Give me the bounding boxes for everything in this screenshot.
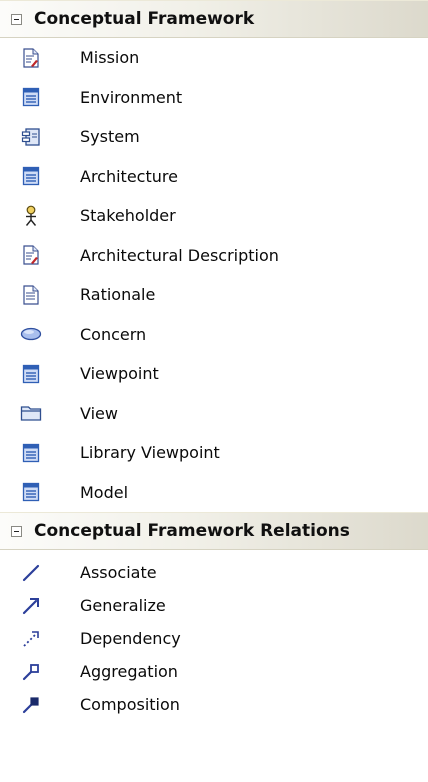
toolbox-item-system[interactable]: System (0, 117, 428, 157)
item-label: Aggregation (80, 662, 178, 681)
toolbox-item-architectural-description[interactable]: Architectural Description (0, 236, 428, 276)
toolbox-item-view[interactable]: View (0, 394, 428, 434)
item-label: Generalize (80, 596, 166, 615)
toolbox-item-architecture[interactable]: Architecture (0, 157, 428, 197)
collapse-minus-icon[interactable] (11, 13, 22, 25)
toolbox-item-model[interactable]: Model (0, 473, 428, 513)
aggregation-icon (20, 661, 42, 683)
toolbox-item-generalize[interactable]: Generalize (0, 589, 428, 622)
toolbox-item-library-viewpoint[interactable]: Library Viewpoint (0, 433, 428, 473)
item-label: View (80, 403, 118, 423)
item-label: Composition (80, 695, 180, 714)
class-icon (20, 165, 42, 187)
toolbox-item-mission[interactable]: Mission (0, 38, 428, 78)
dependency-arrow-icon (20, 628, 42, 650)
toolbox-item-environment[interactable]: Environment (0, 78, 428, 118)
toolbox: Conceptual Framework Mission Environment… (0, 0, 428, 782)
folder-icon (20, 402, 42, 424)
item-label: Mission (80, 48, 140, 68)
collapse-minus-icon[interactable] (11, 525, 22, 537)
toolbox-item-dependency[interactable]: Dependency (0, 622, 428, 655)
document-red-icon (20, 47, 42, 69)
toolbox-item-viewpoint[interactable]: Viewpoint (0, 354, 428, 394)
document-icon (20, 284, 42, 306)
toolbox-item-concern[interactable]: Concern (0, 315, 428, 355)
toolbox-item-stakeholder[interactable]: Stakeholder (0, 196, 428, 236)
generalize-arrow-icon (20, 595, 42, 617)
document-red-icon (20, 244, 42, 266)
item-label: Architectural Description (80, 245, 279, 265)
associate-line-icon (20, 562, 42, 584)
class-icon (20, 442, 42, 464)
item-label: Dependency (80, 629, 181, 648)
class-icon (20, 363, 42, 385)
toolbox-item-aggregation[interactable]: Aggregation (0, 655, 428, 688)
ellipse-icon (20, 323, 42, 345)
section-items: Associate Generalize Dependency Aggregat… (0, 556, 428, 721)
class-icon (20, 86, 42, 108)
item-label: Stakeholder (80, 206, 176, 226)
section-items: Mission Environment System Architecture (0, 38, 428, 512)
toolbox-item-associate[interactable]: Associate (0, 556, 428, 589)
item-label: Environment (80, 87, 183, 107)
item-label: Rationale (80, 285, 156, 305)
item-label: Model (80, 482, 129, 502)
section-title: Conceptual Framework Relations (34, 521, 350, 541)
item-label: Architecture (80, 166, 178, 186)
item-label: Library Viewpoint (80, 443, 220, 463)
section-header-conceptual-framework-relations[interactable]: Conceptual Framework Relations (0, 512, 428, 550)
section-title: Conceptual Framework (34, 9, 255, 29)
composition-icon (20, 694, 42, 716)
item-label: Viewpoint (80, 364, 159, 384)
item-label: Associate (80, 563, 157, 582)
class-icon (20, 481, 42, 503)
toolbox-item-rationale[interactable]: Rationale (0, 275, 428, 315)
toolbox-item-composition[interactable]: Composition (0, 688, 428, 721)
actor-icon (20, 205, 42, 227)
component-icon (20, 126, 42, 148)
item-label: Concern (80, 324, 147, 344)
item-label: System (80, 127, 140, 147)
section-header-conceptual-framework[interactable]: Conceptual Framework (0, 0, 428, 38)
